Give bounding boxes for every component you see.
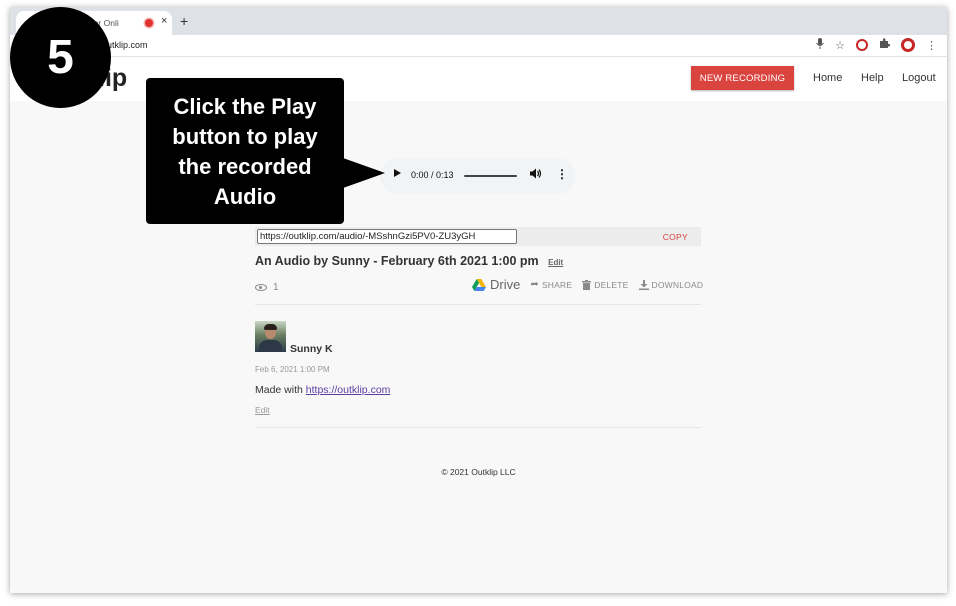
made-with-text: Made with https://outklip.com	[255, 384, 390, 396]
edit-title-link[interactable]: Edit	[548, 258, 563, 267]
edit-comment-link[interactable]: Edit	[255, 405, 270, 415]
share-icon: ➦	[530, 279, 539, 290]
audio-player: 0:00 / 0:13 ⋮	[380, 158, 576, 194]
download-label: DOWNLOAD	[651, 279, 704, 290]
nav-help[interactable]: Help	[861, 72, 884, 84]
tab-strip: os for Onli × +	[10, 7, 947, 35]
divider	[255, 304, 701, 305]
download-button[interactable]: DOWNLOAD	[638, 279, 704, 290]
share-button[interactable]: ➦ SHARE	[530, 279, 572, 290]
divider	[255, 427, 701, 428]
callout-line: the recorded	[178, 154, 312, 179]
step-number-badge: 5	[10, 7, 111, 108]
callout-pointer-arrow	[343, 158, 385, 188]
trash-icon	[582, 279, 592, 290]
playback-time: 0:00 / 0:13	[411, 170, 454, 180]
recording-title: An Audio by Sunny - February 6th 2021 1:…	[255, 254, 539, 268]
more-options-icon[interactable]: ⋮	[556, 167, 568, 181]
comment-date: Feb 6, 2021 1:00 PM	[255, 365, 330, 374]
new-tab-button[interactable]: +	[180, 13, 188, 29]
recording-actions: Drive ➦ SHARE DELETE DOWNLOAD	[472, 277, 703, 292]
toolbar-icons: ☆ ⋮	[816, 38, 937, 52]
share-link-row: COPY	[255, 227, 701, 246]
avatar	[255, 321, 286, 352]
profile-avatar-icon[interactable]	[901, 38, 915, 52]
author-name: Sunny K	[290, 343, 333, 355]
close-tab-icon[interactable]: ×	[161, 15, 167, 27]
view-count: 1	[255, 282, 279, 293]
view-count-value: 1	[273, 282, 279, 293]
seek-slider[interactable]	[464, 175, 517, 177]
download-icon	[638, 279, 649, 290]
share-link-input[interactable]	[257, 229, 517, 244]
new-recording-button[interactable]: NEW RECORDING	[691, 66, 794, 90]
delete-label: DELETE	[594, 279, 629, 290]
microphone-icon[interactable]	[816, 38, 825, 52]
callout-line: button to play	[172, 124, 318, 149]
share-label: SHARE	[541, 279, 573, 290]
outklip-link[interactable]: https://outklip.com	[306, 384, 391, 396]
address-bar: outklip.com ☆ ⋮	[10, 35, 947, 57]
delete-button[interactable]: DELETE	[582, 279, 629, 290]
browser-menu-icon[interactable]: ⋮	[926, 39, 937, 52]
instruction-callout: Click the Play button to play the record…	[146, 78, 344, 224]
drive-label: Drive	[490, 277, 521, 292]
recording-title-row: An Audio by Sunny - February 6th 2021 1:…	[255, 254, 563, 268]
copy-button[interactable]: COPY	[663, 232, 688, 242]
callout-line: Audio	[213, 184, 277, 209]
outklip-extension-icon[interactable]	[856, 39, 868, 51]
bookmark-star-icon[interactable]: ☆	[835, 39, 845, 52]
recording-indicator-icon	[145, 19, 153, 27]
callout-line: Click the Play	[173, 94, 317, 119]
volume-icon[interactable]	[530, 168, 542, 182]
google-drive-icon	[472, 278, 486, 291]
footer-copyright: © 2021 Outklip LLC	[441, 467, 516, 477]
nav-home[interactable]: Home	[813, 72, 842, 84]
save-to-drive-button[interactable]: Drive	[472, 277, 520, 292]
eye-icon	[255, 284, 267, 291]
nav-logout[interactable]: Logout	[902, 72, 936, 84]
made-with-prefix: Made with	[255, 384, 306, 396]
play-icon[interactable]	[394, 169, 401, 177]
extensions-puzzle-icon[interactable]	[879, 38, 891, 52]
